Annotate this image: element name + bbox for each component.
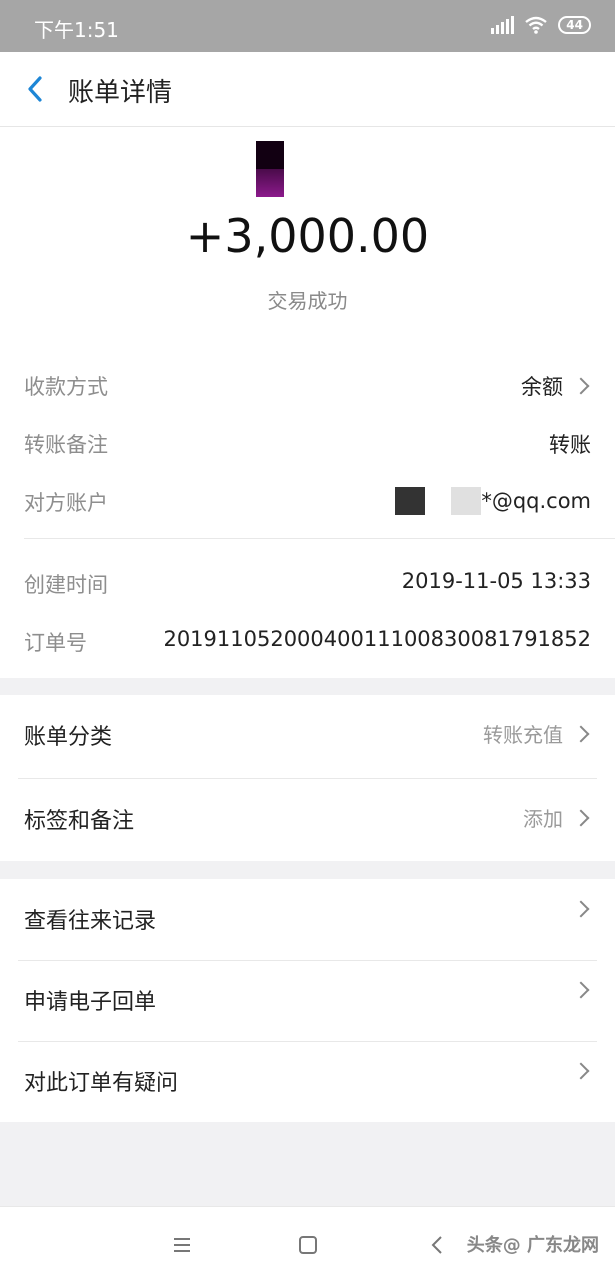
order-number: 20191105200040011100830081791852 [163,627,591,651]
triangle-back-icon[interactable] [422,1229,454,1261]
chevron-right-icon [572,809,590,826]
list-item-label: 对此订单有疑问 [24,1071,179,1096]
list-item-value: 添加 [523,807,563,831]
list-item-order-question[interactable]: 对此订单有疑问 [0,1041,615,1123]
created-time: 2019-11-05 13:33 [401,569,591,593]
detail-row-payment-method[interactable]: 收款方式 余额 [24,365,591,405]
list-item-e-receipt[interactable]: 申请电子回单 [0,960,615,1042]
redacted-block [395,487,426,515]
counterparty-account: *@qq.com [481,489,591,513]
detail-label: 对方账户 [24,491,108,515]
detail-row-remark: 转账备注 转账 [24,423,591,463]
wifi-icon [525,16,548,34]
list-item-history[interactable]: 查看往来记录 [0,879,615,961]
detail-label: 转账备注 [24,433,108,457]
list-item-label: 账单分类 [24,725,113,750]
detail-row-order-no: 订单号 20191105200040011100830081791852 [24,621,591,661]
list-item-value: 转账充值 [483,723,563,747]
detail-label: 订单号 [24,631,87,655]
detail-row-created-time: 创建时间 2019-11-05 13:33 [24,563,591,603]
detail-value: 余额 [521,375,563,399]
list-item-label: 查看往来记录 [24,909,157,934]
status-time: 下午1:51 [34,18,119,42]
detail-row-counterparty: 对方账户 *@qq.com [24,481,591,521]
system-nav-bar: 头条@ 广东龙网 [0,1206,615,1281]
redacted-block [451,487,482,515]
chevron-right-icon [572,981,590,999]
detail-label: 创建时间 [24,573,108,597]
divider [24,538,615,539]
list-item-tags-notes[interactable]: 标签和备注 添加 [0,779,615,861]
transaction-amount: +3,000.00 [185,209,430,263]
signal-icon [491,16,515,34]
page-title: 账单详情 [68,78,173,108]
detail-label: 收款方式 [24,375,108,399]
list-item-label: 申请电子回单 [24,990,157,1015]
chevron-right-icon [572,900,590,918]
avatar [256,141,284,197]
category-section: 账单分类 转账充值 标签和备注 添加 [0,695,615,861]
list-item-label: 标签和备注 [24,809,135,834]
detail-value: 转账 [549,433,591,457]
menu-icon[interactable] [166,1229,198,1261]
status-icons: 44 [491,16,591,34]
battery-indicator: 44 [558,16,591,34]
chevron-right-icon [572,1062,590,1080]
chevron-left-icon[interactable] [20,72,54,106]
square-home-icon[interactable] [292,1229,324,1261]
watermark: 头条@ 广东龙网 [466,1235,599,1256]
actions-section: 查看往来记录 申请电子回单 对此订单有疑问 [0,879,615,1122]
chevron-right-icon [572,377,590,395]
nav-bar: 账单详情 [0,52,615,127]
transaction-card: +3,000.00 交易成功 收款方式 余额 转账备注 转账 对方账户 *@qq… [0,127,615,678]
list-item-bill-category[interactable]: 账单分类 转账充值 [0,695,615,777]
transaction-status: 交易成功 [267,289,348,313]
status-bar: 下午1:51 44 [0,0,615,52]
chevron-right-icon [572,725,590,742]
